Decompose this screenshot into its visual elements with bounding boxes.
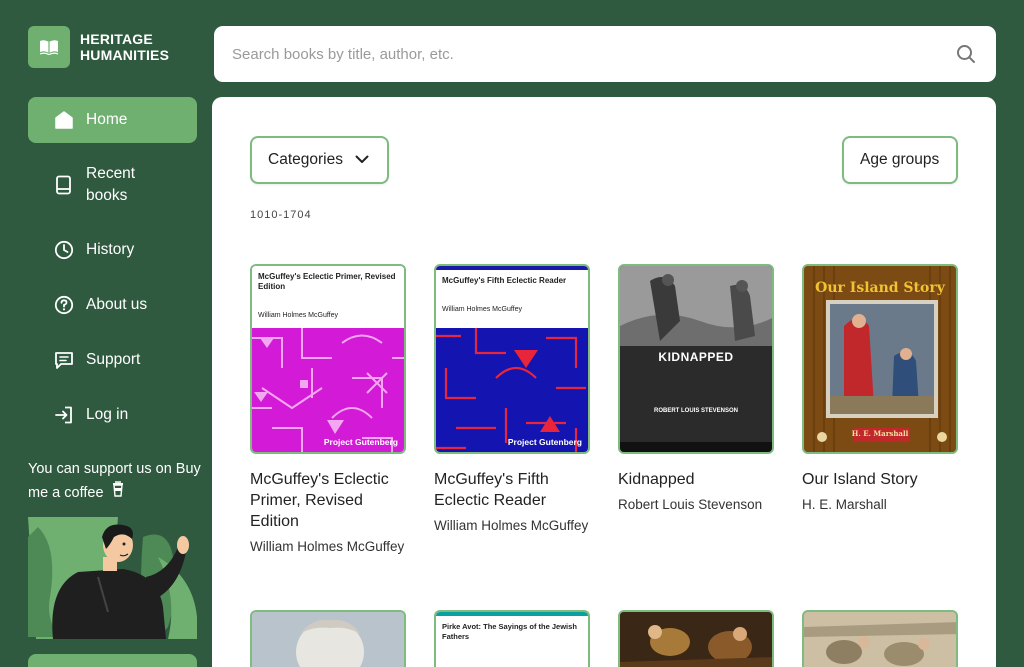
cover-author: ROBERT LOUIS STEVENSON xyxy=(653,408,738,414)
book-author: William Holmes McGuffey xyxy=(250,539,405,554)
book-title[interactable]: Kidnapped xyxy=(618,469,774,490)
cover-pattern xyxy=(252,328,404,452)
home-icon xyxy=(53,109,75,131)
person-illustration xyxy=(28,517,197,639)
cover-author: William Holmes McGuffey xyxy=(442,306,522,313)
cover-illustration xyxy=(620,612,772,667)
book-cover[interactable] xyxy=(250,610,406,667)
sidebar-item-log-in[interactable]: Log in xyxy=(28,392,197,438)
sidebar-item-support[interactable]: Support xyxy=(28,337,197,383)
book-title[interactable]: Our Island Story xyxy=(802,469,958,490)
cover-illustration xyxy=(804,612,956,667)
coffee-cup-icon xyxy=(112,481,124,505)
sidebar-item-history[interactable]: History xyxy=(28,227,197,273)
book-cover[interactable]: KIDNAPPED ROBERT LOUIS STEVENSON xyxy=(618,264,774,454)
sidebar-item-home[interactable]: Home xyxy=(28,97,197,143)
book-cover[interactable] xyxy=(802,610,958,667)
book-title[interactable]: McGuffey's Eclectic Primer, Revised Edit… xyxy=(250,469,406,532)
search-icon[interactable] xyxy=(954,42,978,66)
book-cover[interactable] xyxy=(618,610,774,667)
cover-title: McGuffey's Fifth Eclectic Reader xyxy=(442,276,567,285)
sidebar-item-label: Log in xyxy=(86,406,129,423)
cover-pattern xyxy=(436,328,588,452)
book-icon xyxy=(53,174,75,196)
cover-illustration xyxy=(620,266,772,346)
buy-me-a-coffee-link[interactable]: You can support us on Buy me a coffee xyxy=(28,458,203,505)
search-input[interactable] xyxy=(232,45,954,63)
book-card[interactable] xyxy=(802,610,958,667)
cover-title: KIDNAPPED xyxy=(658,350,734,364)
sidebar-item-recent-books[interactable]: Recent books xyxy=(28,152,197,218)
cover-author: William Holmes McGuffey xyxy=(258,312,338,319)
book-card[interactable]: Pirke Avot: The Sayings of the Jewish Fa… xyxy=(434,610,590,667)
cover-title: McGuffey's Eclectic Primer, Revised Edit… xyxy=(258,272,396,291)
open-book-icon xyxy=(28,26,70,68)
sidebar-cta-button[interactable] xyxy=(28,654,197,667)
partial-text: 1010-1704 xyxy=(250,209,312,221)
categories-label: Categories xyxy=(268,151,343,168)
brand-name: HERITAGE HUMANITIES xyxy=(80,31,169,63)
brand-line-2: HUMANITIES xyxy=(80,47,170,63)
main-content: Categories Age groups 1010-1704 McGuffey… xyxy=(212,97,996,667)
sidebar-item-about-us[interactable]: About us xyxy=(28,282,197,328)
book-card[interactable]: McGuffey's Fifth Eclectic Reader William… xyxy=(434,264,590,535)
brand-logo[interactable]: HERITAGE HUMANITIES xyxy=(28,26,169,68)
sidebar-item-label: Support xyxy=(86,351,141,368)
chevron-down-icon xyxy=(355,151,369,169)
cover-publisher: Project Gutenberg xyxy=(507,437,582,447)
book-cover[interactable]: Pirke Avot: The Sayings of the Jewish Fa… xyxy=(434,610,590,667)
cover-publisher: Project Gutenberg xyxy=(323,437,398,447)
sidebar-item-label: Recent books xyxy=(86,165,136,204)
book-cover[interactable]: McGuffey's Fifth Eclectic Reader William… xyxy=(434,264,590,454)
age-groups-label: Age groups xyxy=(860,151,940,168)
chat-icon xyxy=(53,349,75,371)
book-cover[interactable]: McGuffey's Eclectic Primer, Revised Edit… xyxy=(250,264,406,454)
cover-illustration xyxy=(252,612,404,667)
book-card[interactable] xyxy=(618,610,774,667)
book-card[interactable] xyxy=(250,610,406,667)
book-card[interactable]: KIDNAPPED ROBERT LOUIS STEVENSON Kidnapp… xyxy=(618,264,774,514)
cover-title: Our Island Story xyxy=(815,280,945,296)
search-bar xyxy=(214,26,996,82)
question-circle-icon xyxy=(53,294,75,316)
sidebar-item-label: About us xyxy=(86,296,148,313)
login-icon xyxy=(53,404,75,426)
categories-dropdown[interactable]: Categories xyxy=(250,136,389,184)
cover-author: H. E. Marshall xyxy=(851,429,909,438)
cover-title: Pirke Avot: The Sayings of the Jewish Fa… xyxy=(442,622,577,641)
book-cover[interactable]: Our Island Story H. E. Marshall xyxy=(802,264,958,454)
book-author: William Holmes McGuffey xyxy=(434,518,589,533)
book-card[interactable]: Our Island Story H. E. Marshall Our Isla… xyxy=(802,264,958,514)
clock-icon xyxy=(53,239,75,261)
sidebar-item-label: History xyxy=(86,241,135,258)
age-groups-button[interactable]: Age groups xyxy=(842,136,958,184)
brand-line-1: HERITAGE xyxy=(80,31,153,47)
book-card[interactable]: McGuffey's Eclectic Primer, Revised Edit… xyxy=(250,264,406,556)
book-title[interactable]: McGuffey's Fifth Eclectic Reader xyxy=(434,469,590,511)
book-author: H. E. Marshall xyxy=(802,497,887,512)
sidebar-nav: Home Recent books History About us Suppo… xyxy=(28,97,197,438)
book-author: Robert Louis Stevenson xyxy=(618,497,763,512)
sidebar-item-label: Home xyxy=(86,111,128,128)
